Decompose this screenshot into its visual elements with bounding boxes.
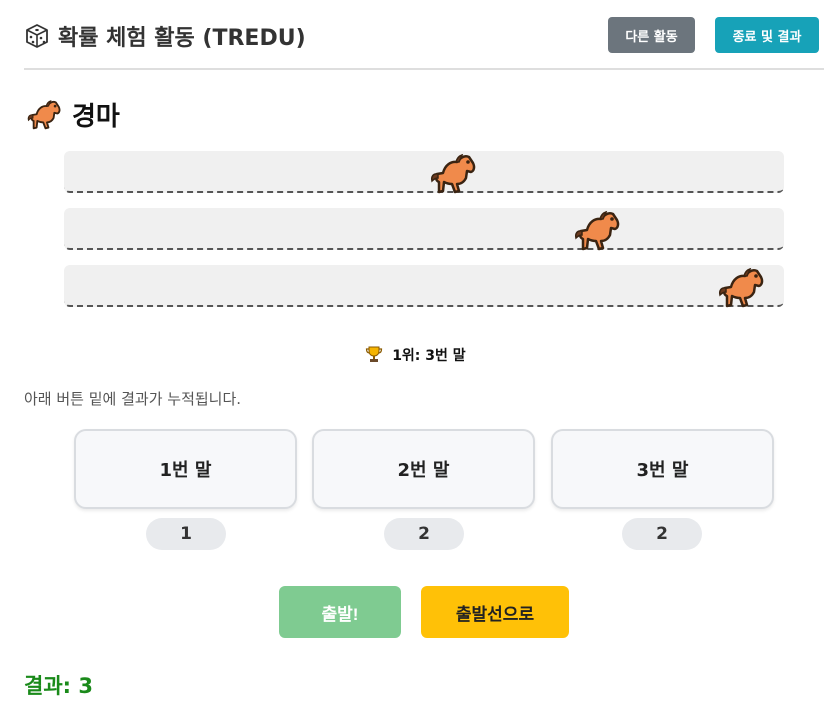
race-lane-2 xyxy=(64,208,784,250)
result-text: 결과: 3 xyxy=(24,674,93,698)
race-lane-1 xyxy=(64,151,784,193)
other-activity-button[interactable]: 다른 활동 xyxy=(608,17,695,53)
pick-horse-1-button[interactable]: 1번 말 xyxy=(74,429,297,509)
horse-icon xyxy=(26,98,62,132)
accumulation-note: 아래 버튼 밑에 결과가 누적됩니다. xyxy=(24,390,242,408)
app-header: 확률 체험 활동 (TREDU) 다른 활동 종료 및 결과 xyxy=(24,0,824,70)
app-title: 확률 체험 활동 (TREDU) xyxy=(24,20,306,52)
trophy-icon xyxy=(366,346,383,362)
app-title-text: 확률 체험 활동 (TREDU) xyxy=(58,26,306,51)
winner-text: 1위: 3번 말 xyxy=(392,348,466,364)
winner-announcement: 1위: 3번 말 xyxy=(0,345,831,365)
horse-3-count-badge: 2 xyxy=(622,518,702,550)
race-lane-3 xyxy=(64,265,784,307)
horse-icon xyxy=(573,208,621,254)
pick-horse-3-button[interactable]: 3번 말 xyxy=(551,429,774,509)
horse-icon xyxy=(717,265,765,311)
horse-1-count-badge: 1 xyxy=(146,518,226,550)
race-title-text: 경마 xyxy=(72,102,120,132)
horse-icon xyxy=(429,151,477,197)
pick-horse-2-button[interactable]: 2번 말 xyxy=(312,429,535,509)
dice-icon xyxy=(26,24,48,48)
race-title: 경마 xyxy=(26,96,120,133)
end-and-results-button[interactable]: 종료 및 결과 xyxy=(715,17,819,53)
horse-2-count-badge: 2 xyxy=(384,518,464,550)
reset-to-start-button[interactable]: 출발선으로 xyxy=(421,586,569,638)
start-race-button[interactable]: 출발! xyxy=(279,586,401,638)
